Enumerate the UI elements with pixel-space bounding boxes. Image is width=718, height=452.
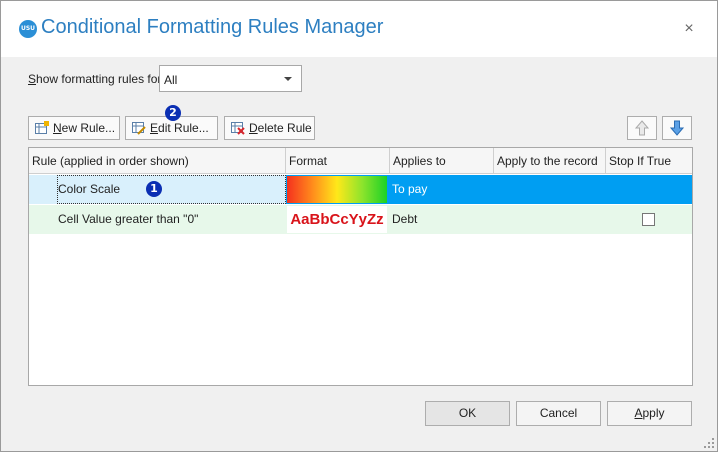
table-header: Rule (applied in order shown) Format App…	[29, 148, 692, 174]
rules-table: Rule (applied in order shown) Format App…	[28, 147, 693, 386]
rule-name: Cell Value greater than "0"	[58, 212, 199, 226]
applies-to-value[interactable]: To pay	[392, 175, 427, 204]
edit-rule-icon	[132, 122, 146, 135]
delete-rule-icon	[231, 122, 245, 135]
apply-button[interactable]: Apply	[607, 401, 692, 426]
move-down-button[interactable]	[662, 116, 692, 140]
column-header-rule[interactable]: Rule (applied in order shown)	[29, 148, 286, 174]
show-rules-value: All	[164, 73, 178, 87]
move-up-button[interactable]	[627, 116, 657, 140]
delete-rule-button[interactable]: Delete Rule	[224, 116, 315, 140]
rule-name: Color Scale	[58, 182, 121, 196]
new-rule-icon	[35, 121, 49, 134]
column-header-apply-to-record[interactable]: Apply to the record	[494, 148, 606, 174]
table-row[interactable]: Color Scale 1 To pay	[29, 175, 692, 204]
stop-if-true-checkbox[interactable]	[642, 213, 655, 226]
close-icon[interactable]: ×	[679, 19, 699, 39]
title-bar: USU Conditional Formatting Rules Manager…	[1, 1, 717, 57]
step-badge-1: 1	[146, 181, 162, 197]
new-rule-button[interactable]: New Rule...	[28, 116, 120, 140]
app-logo-icon: USU	[19, 20, 37, 38]
show-rules-select[interactable]: All	[159, 65, 302, 92]
move-down-icon	[670, 120, 684, 136]
color-scale-preview	[287, 176, 387, 203]
step-badge-2: 2	[165, 105, 181, 121]
column-header-stop-if-true[interactable]: Stop If True	[606, 148, 692, 174]
column-header-applies-to[interactable]: Applies to	[390, 148, 494, 174]
table-row[interactable]: Cell Value greater than "0" AaBbCcYyZz D…	[29, 205, 692, 234]
dialog-title: Conditional Formatting Rules Manager	[41, 16, 384, 38]
ok-button[interactable]: OK	[425, 401, 510, 426]
show-rules-label: Show formatting rules for:	[28, 72, 165, 86]
resize-grip-icon[interactable]	[703, 437, 715, 449]
conditional-formatting-dialog: USU Conditional Formatting Rules Manager…	[0, 0, 718, 452]
applies-to-value[interactable]: Debt	[392, 205, 417, 234]
column-header-format[interactable]: Format	[286, 148, 390, 174]
move-up-icon	[635, 120, 649, 136]
dropdown-arrow-icon	[284, 77, 292, 81]
format-sample: AaBbCcYyZz	[287, 206, 387, 233]
cancel-button[interactable]: Cancel	[516, 401, 601, 426]
